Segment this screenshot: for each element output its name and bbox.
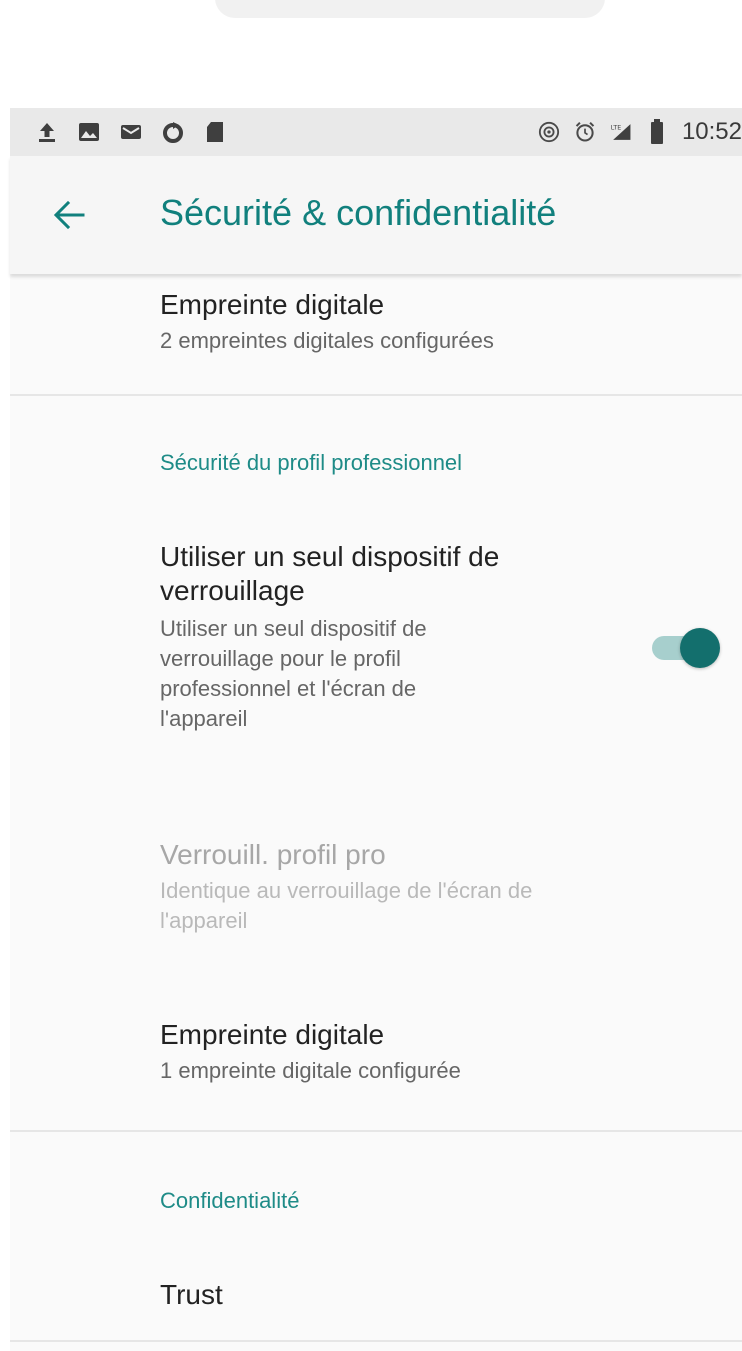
battery-icon (646, 119, 668, 144)
single-lock-desc-line1: Utiliser un seul dispositif de (160, 616, 427, 641)
status-icons-right: LTE 10:52 (538, 108, 742, 156)
fingerprint-top-subtitle: 2 empreintes digitales configurées (160, 328, 494, 353)
status-icons-left (10, 121, 226, 143)
work-lock-desc-line2: l'appareil (160, 908, 248, 933)
fingerprint-work-title: Empreinte digitale (160, 1019, 385, 1050)
work-lock-desc-line1: Identique au verrouillage de l'écran de (160, 878, 533, 903)
upload-icon (36, 121, 58, 143)
sd-card-icon (204, 121, 226, 143)
svg-text:LTE: LTE (611, 125, 621, 132)
single-lock-title-line2: verrouillage (160, 575, 305, 606)
divider (10, 394, 742, 396)
arrow-left-icon (53, 200, 85, 230)
top-blur-shape (215, 0, 605, 18)
divider (10, 1340, 742, 1342)
single-lock-desc-line4: l'appareil (160, 706, 248, 731)
status-bar: LTE 10:52 (10, 108, 742, 156)
fingerprint-work-subtitle: 1 empreinte digitale configurée (160, 1058, 461, 1083)
toggle-thumb (680, 628, 720, 668)
email-icon (120, 121, 142, 143)
single-lock-title-line1: Utiliser un seul dispositif de (160, 541, 500, 572)
status-time: 10:52 (681, 118, 742, 145)
page-title: Sécurité & confidentialité (160, 192, 557, 233)
single-lock-desc-line3: professionnel et l'écran de (160, 676, 417, 701)
fingerprint-top-title: Empreinte digitale (160, 289, 385, 320)
fingerprint-setting-top[interactable]: Empreinte digitale 2 empreintes digitale… (160, 288, 494, 356)
fingerprint-setting-work[interactable]: Empreinte digitale 1 empreinte digitale … (160, 1018, 461, 1086)
trust-title: Trust (160, 1279, 223, 1310)
alarm-icon (574, 121, 596, 143)
back-button[interactable] (48, 194, 90, 236)
signal-lte-icon: LTE (610, 121, 632, 143)
section-header-privacy: Confidentialité (160, 1188, 300, 1213)
single-lock-toggle[interactable] (650, 626, 722, 670)
trust-setting[interactable]: Trust (160, 1278, 223, 1312)
divider (10, 1130, 742, 1132)
single-lock-desc-line2: verrouillage pour le profil (160, 646, 401, 671)
top-area (0, 0, 742, 60)
app-bar: Sécurité & confidentialité (10, 156, 742, 274)
work-lock-title: Verrouill. profil pro (160, 839, 386, 870)
screen: LTE 10:52 Sécurité & confidentialité Emp… (10, 108, 742, 1351)
sync-icon (162, 121, 184, 143)
section-header-work-profile: Sécurité du profil professionnel (160, 450, 463, 475)
single-lock-setting[interactable]: Utiliser un seul dispositif de verrouill… (160, 540, 620, 734)
work-profile-lock-setting: Verrouill. profil pro Identique au verro… (160, 838, 532, 936)
image-icon (78, 121, 100, 143)
hotspot-icon (538, 121, 560, 143)
